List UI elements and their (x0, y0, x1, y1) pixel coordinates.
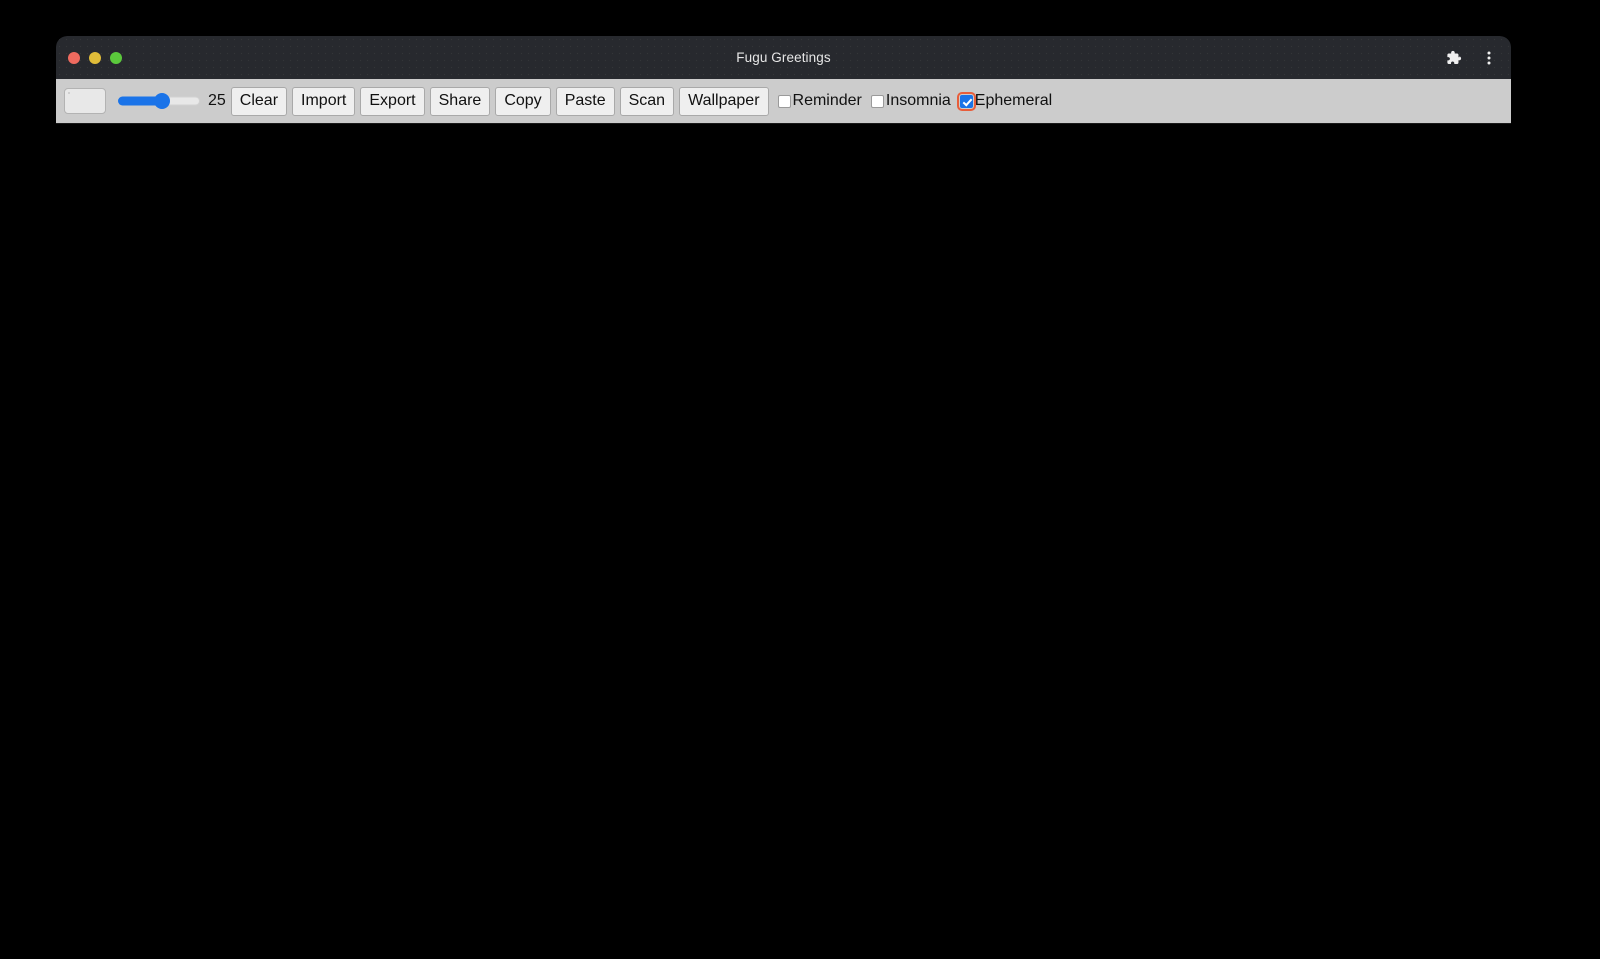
insomnia-checkbox-label[interactable]: Insomnia (886, 93, 951, 109)
close-window-button[interactable] (68, 51, 80, 64)
import-button[interactable]: Import (292, 86, 356, 116)
title-bar-actions (1443, 48, 1499, 68)
traffic-light-group (68, 51, 122, 64)
clear-button[interactable]: Clear (230, 86, 288, 116)
insomnia-checkbox-group: Insomnia (870, 93, 956, 109)
title-bar: Fugu Greetings (56, 36, 1511, 79)
maximize-window-button[interactable] (110, 51, 122, 64)
share-button[interactable]: Share (429, 86, 491, 116)
line-width-slider[interactable] (116, 90, 200, 112)
ephemeral-checkbox-label[interactable]: Ephemeral (975, 93, 1052, 109)
browser-window: Fugu Greetings 25 Clear Import Export Sh… (56, 36, 1511, 863)
extensions-icon[interactable] (1443, 48, 1463, 68)
export-button[interactable]: Export (360, 86, 425, 116)
reminder-checkbox-group: Reminder (777, 93, 867, 109)
ephemeral-checkbox-group: Ephemeral (956, 91, 1057, 111)
color-swatch (68, 92, 70, 94)
screen: Fugu Greetings 25 Clear Import Export Sh… (0, 0, 1600, 959)
copy-button[interactable]: Copy (495, 86, 551, 116)
more-menu-icon[interactable] (1479, 48, 1499, 68)
wallpaper-button[interactable]: Wallpaper (679, 86, 769, 116)
window-title: Fugu Greetings (736, 50, 831, 65)
color-input[interactable] (64, 88, 106, 114)
app-toolbar: 25 Clear Import Export Share Copy Paste … (56, 79, 1511, 123)
ephemeral-checkbox[interactable] (956, 91, 976, 111)
scan-button[interactable]: Scan (619, 86, 675, 116)
drawing-canvas[interactable] (56, 123, 1511, 863)
reminder-checkbox[interactable] (777, 94, 791, 108)
slider-value-label: 25 (208, 92, 226, 109)
slider-thumb[interactable] (154, 93, 170, 109)
reminder-checkbox-label[interactable]: Reminder (793, 93, 862, 109)
minimize-window-button[interactable] (89, 51, 101, 64)
paste-button[interactable]: Paste (555, 86, 615, 116)
insomnia-checkbox[interactable] (870, 94, 884, 108)
